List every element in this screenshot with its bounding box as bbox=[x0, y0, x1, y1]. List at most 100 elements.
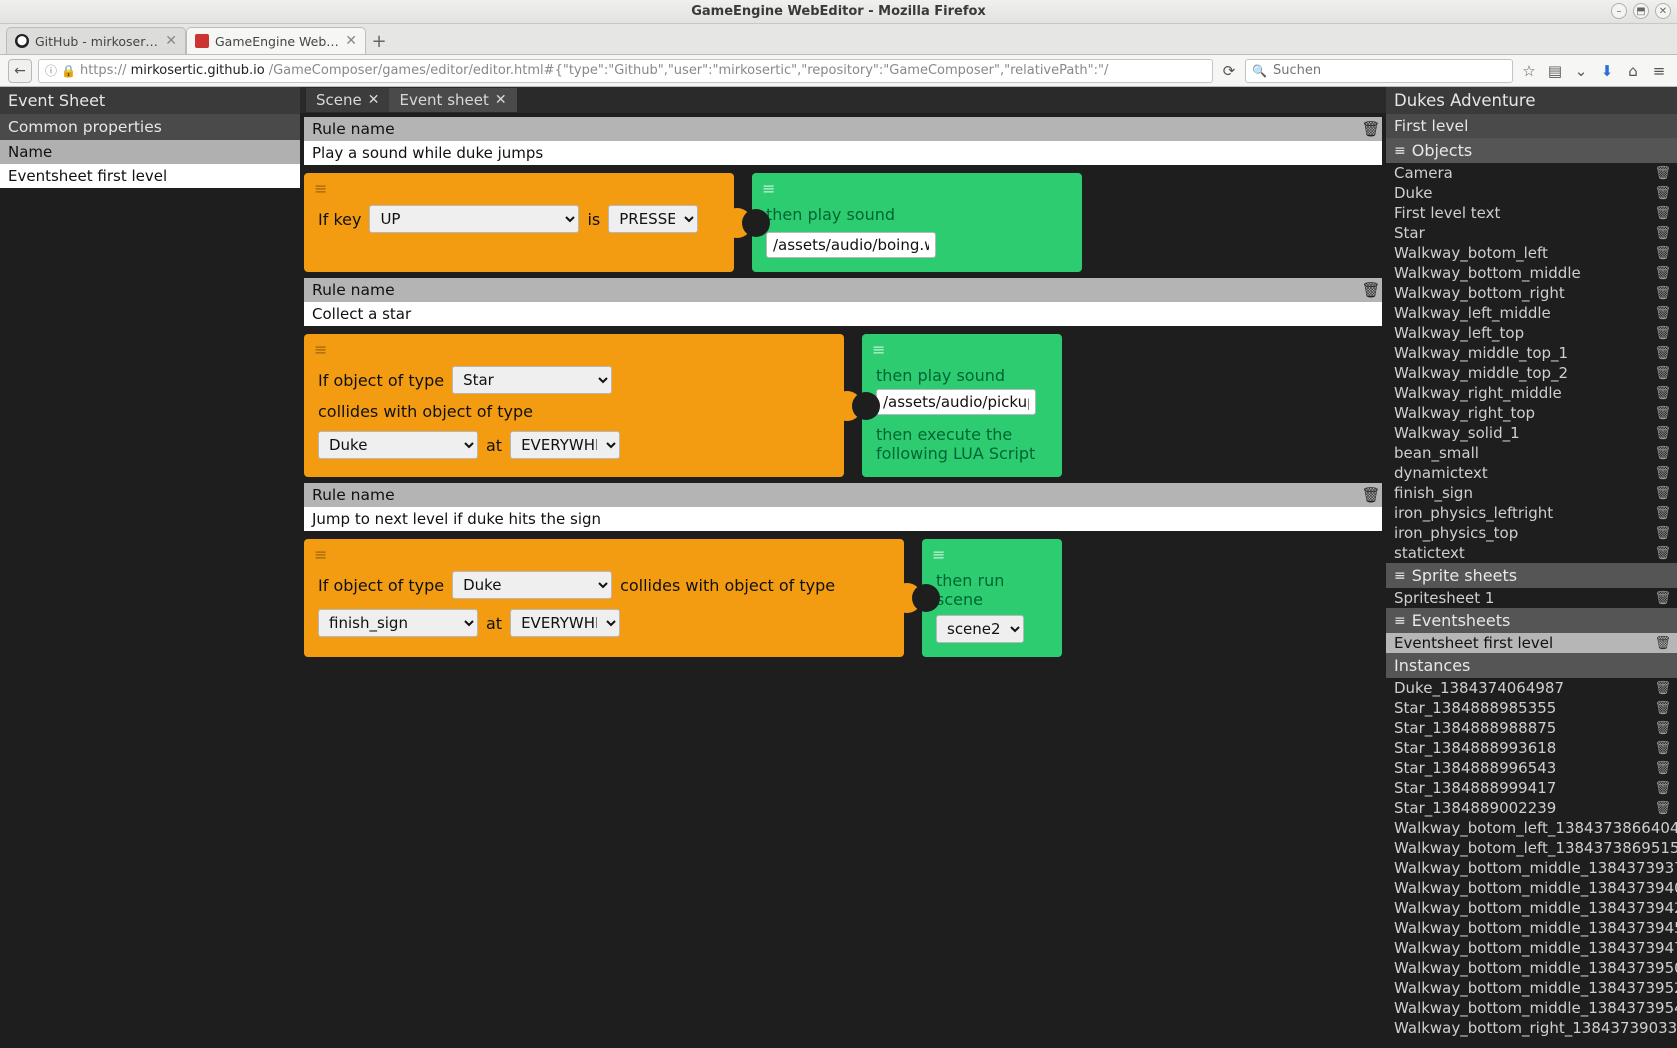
drag-handle-icon[interactable]: ≡ bbox=[762, 179, 776, 198]
list-item[interactable]: Walkway_bottom_middle_1384373942839🗑 bbox=[1386, 898, 1677, 918]
delete-rule-button[interactable]: 🗑 bbox=[1360, 483, 1382, 507]
list-item[interactable]: Star🗑 bbox=[1386, 223, 1677, 243]
list-item[interactable]: Star_1384888996543🗑 bbox=[1386, 758, 1677, 778]
list-item[interactable]: bean_small🗑 bbox=[1386, 443, 1677, 463]
window-maximize-button[interactable]: ⬒ bbox=[1633, 3, 1649, 19]
delete-icon[interactable]: 🗑 bbox=[1654, 486, 1671, 501]
downloads-icon[interactable]: ⬇ bbox=[1597, 62, 1617, 80]
delete-icon[interactable]: 🗑 bbox=[1654, 591, 1671, 606]
delete-icon[interactable]: 🗑 bbox=[1654, 246, 1671, 261]
sound-path-input[interactable] bbox=[766, 232, 936, 258]
window-minimize-button[interactable]: – bbox=[1611, 3, 1627, 19]
list-item[interactable]: Duke_1384374064987🗑 bbox=[1386, 678, 1677, 698]
info-icon[interactable]: ⓘ bbox=[45, 62, 57, 79]
object-type-select[interactable]: finish_sign bbox=[318, 609, 478, 637]
collision-location-select[interactable]: EVERYWHERE bbox=[510, 609, 620, 637]
action-block[interactable]: ≡ then run scene scene2 bbox=[922, 539, 1062, 657]
list-item[interactable]: Star_1384888988875🗑 bbox=[1386, 718, 1677, 738]
list-item[interactable]: Walkway_bottom_middle_1384373940351🗑 bbox=[1386, 878, 1677, 898]
delete-icon[interactable]: 🗑 bbox=[1654, 206, 1671, 221]
list-item[interactable]: Star_1384888999417🗑 bbox=[1386, 778, 1677, 798]
tab-event-sheet[interactable]: Event sheet ✕ bbox=[389, 88, 516, 112]
list-item[interactable]: Walkway_solid_1🗑 bbox=[1386, 423, 1677, 443]
list-item[interactable]: dynamictext🗑 bbox=[1386, 463, 1677, 483]
delete-icon[interactable]: 🗑 bbox=[1654, 636, 1671, 651]
search-input[interactable] bbox=[1273, 63, 1506, 78]
delete-icon[interactable]: 🗑 bbox=[1654, 721, 1671, 736]
list-item[interactable]: Star_1384889002239🗑 bbox=[1386, 798, 1677, 818]
object-type-select[interactable]: Duke bbox=[452, 571, 612, 599]
list-item[interactable]: Walkway_bottom_right🗑 bbox=[1386, 283, 1677, 303]
property-name-value[interactable]: Eventsheet first level bbox=[0, 164, 300, 188]
delete-icon[interactable]: 🗑 bbox=[1654, 186, 1671, 201]
delete-icon[interactable]: 🗑 bbox=[1654, 741, 1671, 756]
drag-handle-icon[interactable]: ≡ bbox=[314, 545, 328, 564]
delete-icon[interactable]: 🗑 bbox=[1654, 426, 1671, 441]
rule-name-input[interactable]: Collect a star bbox=[304, 302, 1382, 326]
close-icon[interactable]: ✕ bbox=[345, 33, 357, 49]
delete-icon[interactable]: 🗑 bbox=[1654, 801, 1671, 816]
list-item[interactable]: iron_physics_leftright🗑 bbox=[1386, 503, 1677, 523]
delete-icon[interactable]: 🗑 bbox=[1654, 326, 1671, 341]
condition-block[interactable]: ≡ If object of type Star collides with o… bbox=[304, 334, 844, 477]
condition-block[interactable]: ≡ If object of type Duke collides with o… bbox=[304, 539, 904, 657]
search-box[interactable]: 🔍 bbox=[1245, 59, 1513, 83]
delete-icon[interactable]: 🗑 bbox=[1654, 166, 1671, 181]
delete-icon[interactable]: 🗑 bbox=[1654, 526, 1671, 541]
list-item[interactable]: statictext🗑 bbox=[1386, 543, 1677, 563]
delete-icon[interactable]: 🗑 bbox=[1654, 761, 1671, 776]
list-item[interactable]: Walkway_botom_left_1384373866404🗑 bbox=[1386, 818, 1677, 838]
list-item[interactable]: Walkway_bottom_middle_1384373937322🗑 bbox=[1386, 858, 1677, 878]
list-item[interactable]: Walkway_bottom_middle_1384373945327🗑 bbox=[1386, 918, 1677, 938]
list-item[interactable]: Walkway_right_middle🗑 bbox=[1386, 383, 1677, 403]
rule-name-input[interactable]: Jump to next level if duke hits the sign bbox=[304, 507, 1382, 531]
drag-handle-icon[interactable]: ≡ bbox=[872, 340, 886, 359]
browser-tab-editor[interactable]: GameEngine WebEditor ✕ bbox=[186, 27, 366, 54]
delete-icon[interactable]: 🗑 bbox=[1654, 306, 1671, 321]
action-block[interactable]: ≡ then play sound then execute the follo… bbox=[862, 334, 1062, 477]
delete-icon[interactable]: 🗑 bbox=[1654, 781, 1671, 796]
delete-icon[interactable]: 🗑 bbox=[1654, 386, 1671, 401]
list-item[interactable]: finish_sign🗑 bbox=[1386, 483, 1677, 503]
delete-icon[interactable]: 🗑 bbox=[1654, 506, 1671, 521]
delete-icon[interactable]: 🗑 bbox=[1654, 546, 1671, 561]
list-item[interactable]: Walkway_left_top🗑 bbox=[1386, 323, 1677, 343]
list-item[interactable]: Walkway_bottom_middle🗑 bbox=[1386, 263, 1677, 283]
sidebar-icon[interactable]: ▤ bbox=[1545, 62, 1565, 80]
close-icon[interactable]: ✕ bbox=[368, 92, 380, 108]
browser-tab-github[interactable]: ⬤ GitHub - mirkosertic/… ✕ bbox=[6, 27, 186, 54]
menu-icon[interactable]: ≡ bbox=[1649, 62, 1669, 80]
delete-icon[interactable]: 🗑 bbox=[1654, 226, 1671, 241]
list-item[interactable]: Walkway_bottom_middle_1384373952212🗑 bbox=[1386, 978, 1677, 998]
rule-name-input[interactable]: Play a sound while duke jumps bbox=[304, 141, 1382, 165]
drag-handle-icon[interactable]: ≡ bbox=[314, 340, 328, 359]
section-spritesheets-heading[interactable]: ≡ Sprite sheets bbox=[1386, 563, 1677, 588]
condition-block[interactable]: ≡ If key UP is PRESSED bbox=[304, 173, 734, 272]
pocket-icon[interactable]: ⌄ bbox=[1571, 62, 1591, 80]
list-item[interactable]: Walkway_bottom_middle_1384373947993🗑 bbox=[1386, 938, 1677, 958]
object-type-select[interactable]: Star bbox=[452, 366, 612, 394]
list-item[interactable]: Walkway_left_middle🗑 bbox=[1386, 303, 1677, 323]
list-item[interactable]: iron_physics_top🗑 bbox=[1386, 523, 1677, 543]
delete-rule-button[interactable]: 🗑 bbox=[1360, 278, 1382, 302]
list-item[interactable]: Walkway_bottom_middle_1384373950229🗑 bbox=[1386, 958, 1677, 978]
action-block[interactable]: ≡ then play sound bbox=[752, 173, 1082, 272]
delete-icon[interactable]: 🗑 bbox=[1654, 346, 1671, 361]
list-item[interactable]: Walkway_middle_top_2🗑 bbox=[1386, 363, 1677, 383]
scene-select[interactable]: scene2 bbox=[936, 615, 1024, 643]
delete-icon[interactable]: 🗑 bbox=[1654, 681, 1671, 696]
tab-scene[interactable]: Scene ✕ bbox=[306, 88, 389, 112]
list-item[interactable]: Eventsheet first level🗑 bbox=[1386, 633, 1677, 653]
drag-handle-icon[interactable]: ≡ bbox=[314, 179, 328, 198]
section-instances-heading[interactable]: Instances bbox=[1386, 653, 1677, 678]
list-item[interactable]: Star_1384888985355🗑 bbox=[1386, 698, 1677, 718]
delete-icon[interactable]: 🗑 bbox=[1654, 701, 1671, 716]
list-item[interactable]: Duke🗑 bbox=[1386, 183, 1677, 203]
object-type-select[interactable]: Duke bbox=[318, 431, 478, 459]
list-item[interactable]: Spritesheet 1🗑 bbox=[1386, 588, 1677, 608]
list-item[interactable]: Walkway_right_top🗑 bbox=[1386, 403, 1677, 423]
list-item[interactable]: First level text🗑 bbox=[1386, 203, 1677, 223]
collision-location-select[interactable]: EVERYWHERE bbox=[510, 431, 620, 459]
delete-icon[interactable]: 🗑 bbox=[1654, 446, 1671, 461]
close-icon[interactable]: ✕ bbox=[495, 92, 507, 108]
